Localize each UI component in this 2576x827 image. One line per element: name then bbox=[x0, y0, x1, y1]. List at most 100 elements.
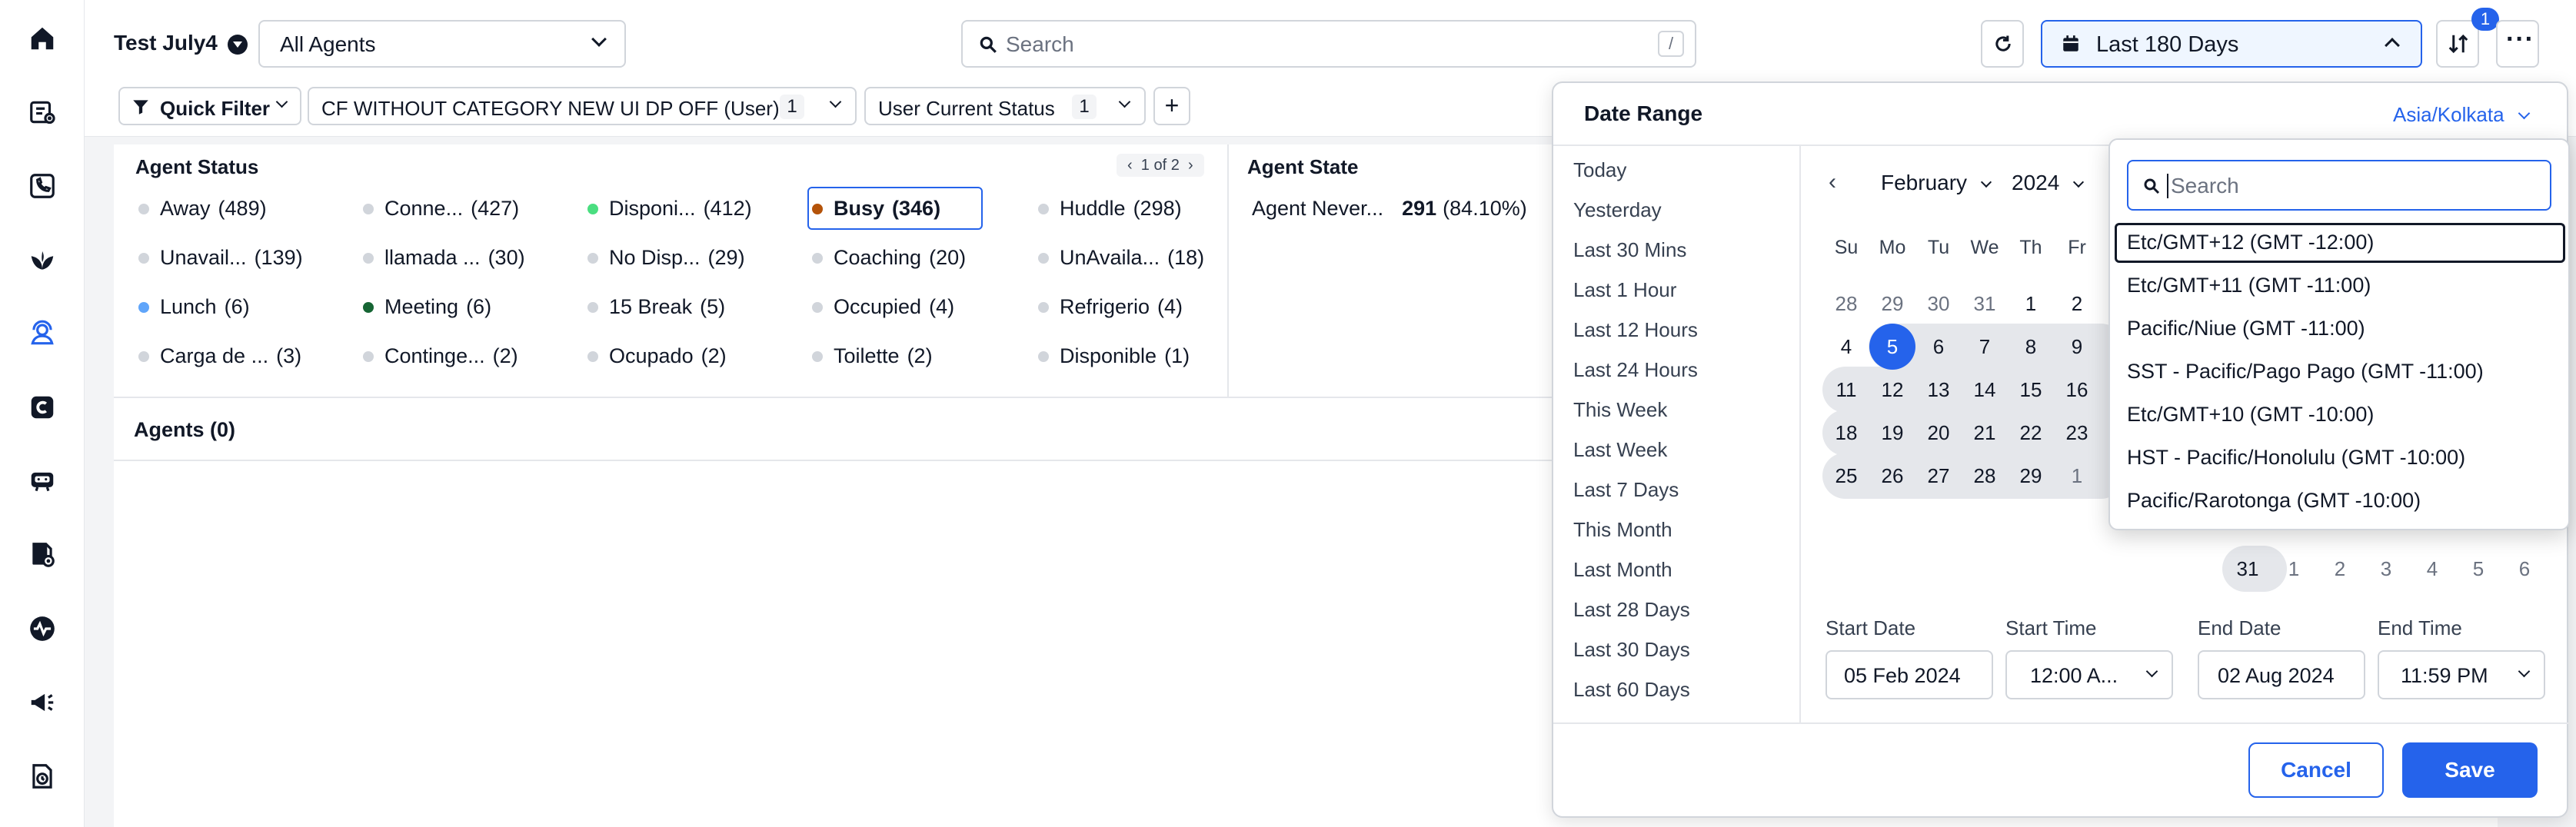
date-range-button[interactable]: Last 180 Days bbox=[2041, 20, 2422, 68]
end-time-select[interactable]: 11:59 PM bbox=[2378, 650, 2545, 699]
calendar-day[interactable]: 15 bbox=[2012, 370, 2050, 409]
status-item[interactable]: Meeting (6) bbox=[363, 295, 491, 319]
home-icon[interactable] bbox=[27, 23, 58, 54]
calendar-day[interactable]: 11 bbox=[1827, 370, 1865, 409]
agent-icon[interactable] bbox=[27, 318, 58, 349]
preset-item[interactable]: Last 7 Days bbox=[1573, 478, 1679, 502]
preset-item[interactable]: Last 24 Hours bbox=[1573, 358, 1698, 382]
calendar-day[interactable]: 25 bbox=[1827, 457, 1865, 495]
start-time-select[interactable]: 12:00 A... bbox=[2005, 650, 2173, 699]
calendar-day[interactable]: 23 bbox=[2058, 414, 2096, 452]
calendar-day[interactable]: 26 bbox=[1873, 457, 1912, 495]
preset-item[interactable]: Last 60 Days bbox=[1573, 678, 1690, 702]
workspace-name[interactable]: Test July4 bbox=[114, 31, 218, 55]
timezone-option[interactable]: SST - Pacific/Pago Pago (GMT -11:00) bbox=[2127, 360, 2484, 384]
chat-bot-icon[interactable] bbox=[27, 466, 58, 497]
c-badge-icon[interactable] bbox=[27, 392, 58, 423]
preset-item[interactable]: Last Week bbox=[1573, 438, 1667, 462]
calendar-day[interactable]: 18 bbox=[1827, 414, 1865, 452]
start-date-input[interactable]: 05 Feb 2024 bbox=[1825, 650, 1993, 699]
month-select[interactable]: February bbox=[1881, 171, 1992, 195]
agent-status-pager[interactable]: ‹ 1 of 2 › bbox=[1117, 154, 1204, 177]
status-item[interactable]: Carga de ... (3) bbox=[138, 344, 301, 368]
calendar-day[interactable]: 14 bbox=[1965, 370, 2004, 409]
plant-icon[interactable] bbox=[27, 244, 58, 275]
status-item[interactable]: Disponi... (412) bbox=[587, 197, 752, 221]
cancel-button[interactable]: Cancel bbox=[2248, 742, 2384, 798]
calendar-day[interactable]: 19 bbox=[1873, 414, 1912, 452]
preset-item[interactable]: Last 28 Days bbox=[1573, 598, 1690, 622]
status-item[interactable]: Occupied (4) bbox=[812, 295, 954, 319]
workspace-dropdown-icon[interactable] bbox=[228, 35, 248, 55]
preset-item[interactable]: Last 30 Days bbox=[1573, 638, 1690, 662]
status-item[interactable]: Conne... (427) bbox=[363, 197, 519, 221]
activity-icon[interactable] bbox=[27, 613, 58, 644]
status-item[interactable]: Ocupado (2) bbox=[587, 344, 727, 368]
status-item[interactable]: UnAvaila... (18) bbox=[1038, 246, 1204, 270]
calendar-day[interactable]: 2 bbox=[2058, 284, 2096, 323]
calendar-day[interactable]: 9 bbox=[2058, 327, 2096, 366]
calendar-day[interactable]: 28 bbox=[1827, 284, 1865, 323]
calendar-day[interactable]: 4 bbox=[1827, 327, 1865, 366]
status-item[interactable]: Disponible (1) bbox=[1038, 344, 1190, 368]
report-view-icon[interactable] bbox=[27, 540, 58, 570]
calendar-day[interactable]: 1 bbox=[2275, 550, 2313, 588]
filter-chip-user-status[interactable]: User Current Status 1 bbox=[864, 87, 1146, 125]
calendar-day[interactable]: 6 bbox=[1919, 327, 1958, 366]
calendar-day[interactable]: 1 bbox=[2058, 457, 2096, 495]
calendar-day[interactable]: 4 bbox=[2413, 550, 2451, 588]
preset-item[interactable]: Yesterday bbox=[1573, 198, 1662, 222]
quick-filter-button[interactable]: Quick Filter bbox=[118, 87, 301, 125]
calendar-day[interactable]: 31 bbox=[1965, 284, 2004, 323]
status-item[interactable]: No Disp... (29) bbox=[587, 246, 745, 270]
history-icon[interactable] bbox=[27, 761, 58, 792]
sort-button[interactable] bbox=[2436, 20, 2479, 68]
calendar-day[interactable]: 8 bbox=[2012, 327, 2050, 366]
calendar-day[interactable]: 2 bbox=[2321, 550, 2359, 588]
end-date-input[interactable]: 02 Aug 2024 bbox=[2198, 650, 2365, 699]
calendar-day[interactable]: 7 bbox=[1965, 327, 2004, 366]
calendar-day[interactable]: 22 bbox=[2012, 414, 2050, 452]
calendar-day[interactable]: 29 bbox=[1873, 284, 1912, 323]
new-ticket-icon[interactable] bbox=[27, 97, 58, 128]
timezone-search-input[interactable]: Search bbox=[2127, 160, 2551, 211]
timezone-option[interactable]: Etc/GMT+11 (GMT -11:00) bbox=[2127, 274, 2371, 297]
status-item[interactable]: Toilette (2) bbox=[812, 344, 933, 368]
more-button[interactable]: ··· bbox=[2496, 20, 2539, 68]
filter-chip-category[interactable]: CF WITHOUT CATEGORY NEW UI DP OFF (User)… bbox=[308, 87, 857, 125]
status-item[interactable]: Refrigerio (4) bbox=[1038, 295, 1183, 319]
status-item[interactable]: llamada ... (30) bbox=[363, 246, 525, 270]
timezone-option[interactable]: Pacific/Niue (GMT -11:00) bbox=[2127, 317, 2365, 340]
calendar-day[interactable]: 3 bbox=[2367, 550, 2405, 588]
status-item[interactable]: Coaching (20) bbox=[812, 246, 966, 270]
timezone-option[interactable]: HST - Pacific/Honolulu (GMT -10:00) bbox=[2127, 446, 2465, 470]
status-item[interactable]: 15 Break (5) bbox=[587, 295, 725, 319]
calendar-day[interactable]: 16 bbox=[2058, 370, 2096, 409]
phone-book-icon[interactable] bbox=[27, 171, 58, 201]
timezone-option[interactable]: Pacific/Rarotonga (GMT -10:00) bbox=[2127, 489, 2421, 513]
save-button[interactable]: Save bbox=[2402, 742, 2538, 798]
calendar-day[interactable]: 5 bbox=[1869, 324, 1915, 370]
status-item[interactable]: Away (489) bbox=[138, 197, 267, 221]
search-input[interactable]: Search / bbox=[961, 20, 1696, 68]
campaign-icon[interactable] bbox=[27, 687, 58, 718]
status-item[interactable]: Huddle (298) bbox=[1038, 197, 1182, 221]
preset-item[interactable]: This Month bbox=[1573, 518, 1672, 542]
add-filter-button[interactable]: + bbox=[1153, 87, 1190, 125]
calendar-day[interactable]: 29 bbox=[2012, 457, 2050, 495]
calendar-day[interactable]: 31 bbox=[2228, 550, 2267, 588]
prev-month-button[interactable]: ‹ bbox=[1829, 169, 1836, 195]
preset-item[interactable]: Today bbox=[1573, 158, 1626, 182]
calendar-day[interactable]: 21 bbox=[1965, 414, 2004, 452]
preset-item[interactable]: Last 30 Mins bbox=[1573, 238, 1686, 262]
calendar-day[interactable]: 28 bbox=[1965, 457, 2004, 495]
timezone-select[interactable]: Asia/Kolkata bbox=[2393, 103, 2530, 127]
calendar-day[interactable]: 30 bbox=[1919, 284, 1958, 323]
calendar-day[interactable]: 1 bbox=[2012, 284, 2050, 323]
preset-item[interactable]: Last Month bbox=[1573, 558, 1672, 582]
status-item[interactable]: Continge... (2) bbox=[363, 344, 518, 368]
timezone-option[interactable]: Etc/GMT+10 (GMT -10:00) bbox=[2127, 403, 2374, 427]
calendar-day[interactable]: 27 bbox=[1919, 457, 1958, 495]
calendar-day[interactable]: 6 bbox=[2505, 550, 2544, 588]
status-item[interactable]: Unavail... (139) bbox=[138, 246, 303, 270]
